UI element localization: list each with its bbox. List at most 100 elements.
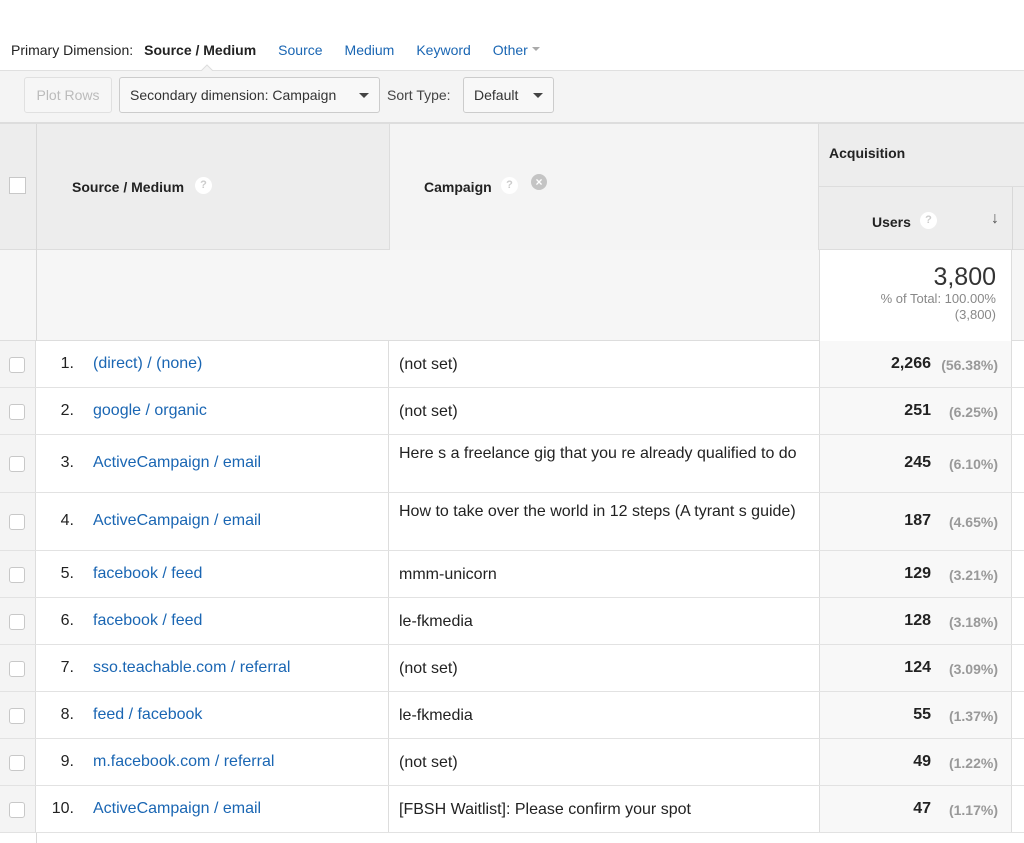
table-row: 9. m.facebook.com / referral (not set) 49 (1… [0, 739, 1024, 786]
source-medium-link[interactable]: ActiveCampaign / email [93, 512, 261, 530]
campaign-cell: mmm-unicorn [388, 551, 820, 597]
users-cell: 124 (3.09%) [820, 645, 1012, 691]
table-row: 2. google / organic (not set) 251 (6.25%) [0, 388, 1024, 435]
primary-dimension-label: Primary Dimension: [11, 42, 134, 58]
sort-type-label: Sort Type: [387, 87, 451, 103]
primary-dimension-bar: Primary Dimension: Source / Medium Sourc… [0, 0, 1024, 72]
primary-dimension-other[interactable]: Other [493, 42, 540, 58]
row-index: 6. [60, 612, 74, 629]
column-divider [36, 250, 37, 341]
dropdown-caret-icon [359, 93, 369, 98]
users-cell: 187 (4.65%) [820, 493, 1012, 550]
remove-secondary-dimension-icon[interactable]: × [531, 174, 547, 190]
users-value: 2,266 [890, 355, 931, 372]
help-icon[interactable]: ? [920, 212, 937, 229]
help-icon[interactable]: ? [195, 177, 212, 194]
plot-rows-button[interactable]: Plot Rows [24, 77, 112, 113]
users-header[interactable]: Users [872, 214, 911, 230]
campaign-value: (not set) [399, 356, 458, 373]
table-toolbar: Plot Rows Secondary dimension: Campaign … [0, 71, 1024, 122]
campaign-value: (not set) [399, 754, 458, 771]
users-total: 3,800 [933, 263, 996, 291]
users-percent: (3.18%) [948, 614, 998, 630]
users-percent: (6.10%) [948, 456, 998, 472]
users-percent: (3.09%) [948, 661, 998, 677]
users-value: 129 [904, 565, 931, 582]
campaign-cell: (not set) [388, 341, 820, 387]
help-icon[interactable]: ? [501, 177, 518, 194]
sort-type-value: Default [474, 87, 519, 103]
source-medium-link[interactable]: feed / facebook [93, 706, 202, 724]
source-medium-link[interactable]: (direct) / (none) [93, 355, 202, 373]
primary-dimension-keyword[interactable]: Keyword [416, 42, 470, 58]
source-medium-link[interactable]: ActiveCampaign / email [93, 800, 261, 818]
source-medium-link[interactable]: sso.teachable.com / referral [93, 659, 290, 677]
other-label: Other [492, 42, 528, 58]
table-row: 1. (direct) / (none) (not set) 2,266 (56.38%… [0, 341, 1024, 388]
sort-type-dropdown[interactable]: Default [463, 77, 554, 113]
campaign-cell: le-fkmedia [388, 598, 820, 644]
campaign-header[interactable]: Campaign [424, 179, 492, 195]
dropdown-caret-icon [533, 93, 543, 98]
row-index: 4. [60, 512, 74, 529]
campaign-cell: (not set) [388, 645, 820, 691]
campaign-cell: How to take over the world in 12 steps (… [388, 493, 820, 550]
acquisition-header: Acquisition [829, 145, 906, 161]
sort-descending-icon[interactable]: ↓ [991, 210, 999, 228]
table-row: 5. facebook / feed mmm-unicorn 129 (3.21%) [0, 551, 1024, 598]
users-total-abs: (3,800) [954, 307, 996, 322]
users-value: 128 [904, 612, 931, 629]
users-value: 49 [913, 753, 931, 770]
users-cell: 2,266 (56.38%) [820, 341, 1012, 387]
campaign-value: (not set) [399, 403, 458, 420]
users-cell: 49 (1.22%) [820, 739, 1012, 785]
source-medium-header[interactable]: Source / Medium [72, 179, 184, 195]
users-cell: 251 (6.25%) [820, 388, 1012, 434]
table-row: 8. feed / facebook le-fkmedia 55 (1.37%) [0, 692, 1024, 739]
campaign-value: [FBSH Waitlist]: Please confirm your spo… [399, 801, 691, 818]
table-row: 7. sso.teachable.com / referral (not set) 1… [0, 645, 1024, 692]
users-cell: 55 (1.37%) [820, 692, 1012, 738]
users-percent: (3.21%) [948, 567, 998, 583]
campaign-cell: (not set) [388, 388, 820, 434]
campaign-cell: (not set) [388, 739, 820, 785]
users-percent: (6.25%) [948, 404, 998, 420]
campaign-value: mmm-unicorn [399, 566, 497, 583]
source-medium-link[interactable]: facebook / feed [93, 565, 202, 583]
table-row: 3. ActiveCampaign / email Here s a freelan… [0, 435, 1024, 493]
users-value: 47 [913, 800, 931, 817]
users-cell: 128 (3.18%) [820, 598, 1012, 644]
secondary-dimension-dropdown[interactable]: Secondary dimension: Campaign [119, 77, 380, 113]
column-divider [1012, 187, 1013, 250]
users-value: 187 [904, 512, 931, 529]
row-index: 8. [60, 706, 74, 723]
source-medium-link[interactable]: m.facebook.com / referral [93, 753, 274, 771]
users-total-pct: % of Total: 100.00% [880, 291, 996, 306]
users-cell: 47 (1.17%) [820, 786, 1012, 832]
source-medium-link[interactable]: facebook / feed [93, 612, 202, 630]
users-percent: (1.37%) [948, 708, 998, 724]
row-index: 9. [60, 753, 74, 770]
source-medium-link[interactable]: ActiveCampaign / email [93, 454, 261, 472]
users-value: 55 [913, 706, 931, 723]
primary-dimension-medium[interactable]: Medium [345, 42, 395, 58]
table-row: 4. ActiveCampaign / email How to take over… [0, 493, 1024, 551]
users-value: 124 [904, 659, 931, 676]
campaign-cell: le-fkmedia [388, 692, 820, 738]
row-index: 10. [51, 800, 74, 817]
campaign-cell: Here s a freelance gig that you re alrea… [388, 435, 820, 492]
campaign-value: (not set) [399, 660, 458, 677]
primary-dimension-source[interactable]: Source [278, 42, 322, 58]
source-medium-link[interactable]: google / organic [93, 402, 207, 420]
campaign-cell: [FBSH Waitlist]: Please confirm your spo… [388, 786, 820, 832]
users-value: 251 [904, 402, 931, 419]
campaign-value: Here s a freelance gig that you re alrea… [399, 445, 797, 462]
table-row: 10. ActiveCampaign / email [FBSH Waitlist]… [0, 786, 1024, 833]
users-percent: (1.17%) [948, 802, 998, 818]
users-total-cell: 3,800 % of Total: 100.00% (3,800) [819, 250, 1012, 341]
chevron-down-icon [531, 47, 540, 52]
users-percent: (1.22%) [948, 755, 998, 771]
select-all-checkbox[interactable] [9, 177, 26, 194]
table-row: 6. facebook / feed le-fkmedia 128 (3.18%) [0, 598, 1024, 645]
users-cell: 245 (6.10%) [820, 435, 1012, 492]
